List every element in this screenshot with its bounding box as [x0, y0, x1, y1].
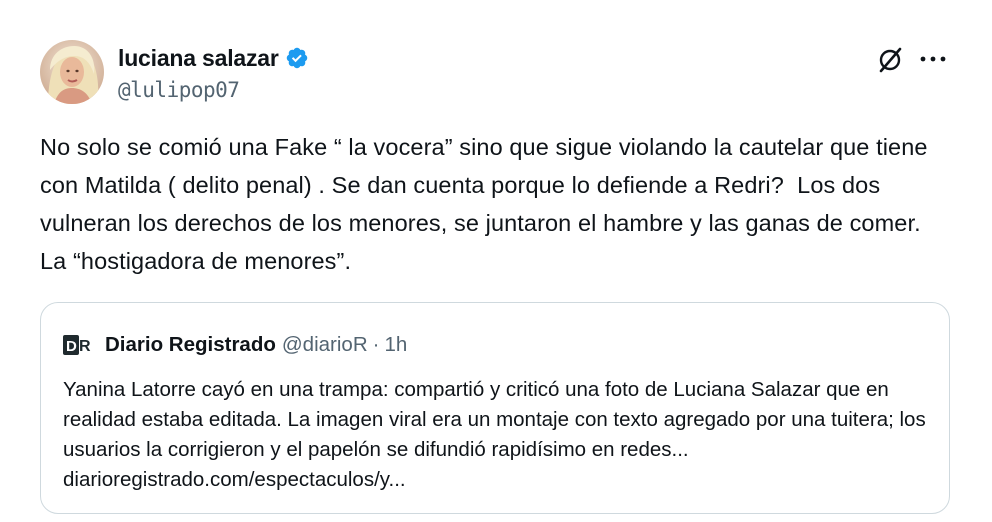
author-name-row: luciana salazar [118, 44, 309, 72]
quoted-separator: · [372, 333, 380, 356]
avatar[interactable] [40, 40, 104, 104]
quoted-tweet-header: D R Diario Registrado @diarioR · 1h [63, 331, 407, 359]
verified-badge-icon[interactable] [285, 46, 309, 70]
svg-text:D: D [66, 338, 77, 355]
profile-photo-icon [40, 40, 104, 104]
author-handle[interactable]: @lulipop07 [118, 78, 240, 102]
tweet-card: luciana salazar @lulipop07 No solo se co… [0, 0, 992, 522]
quoted-timestamp[interactable]: 1h [384, 333, 407, 357]
quoted-tweet[interactable]: D R Diario Registrado @diarioR · 1h Yani… [40, 302, 950, 514]
grok-icon[interactable] [876, 46, 904, 74]
quoted-handle[interactable]: @diarioR [282, 333, 368, 357]
diario-registrado-logo-icon: D R [63, 334, 95, 356]
tweet-text: No solo se comió una Fake “ la vocera” s… [40, 134, 935, 274]
svg-text:R: R [79, 338, 91, 355]
quoted-display-name[interactable]: Diario Registrado [105, 333, 276, 357]
quoted-tweet-text: Yanina Latorre cayó en una trampa: compa… [63, 378, 926, 491]
author-display-name[interactable]: luciana salazar [118, 45, 279, 72]
more-options-icon[interactable] [918, 52, 948, 66]
